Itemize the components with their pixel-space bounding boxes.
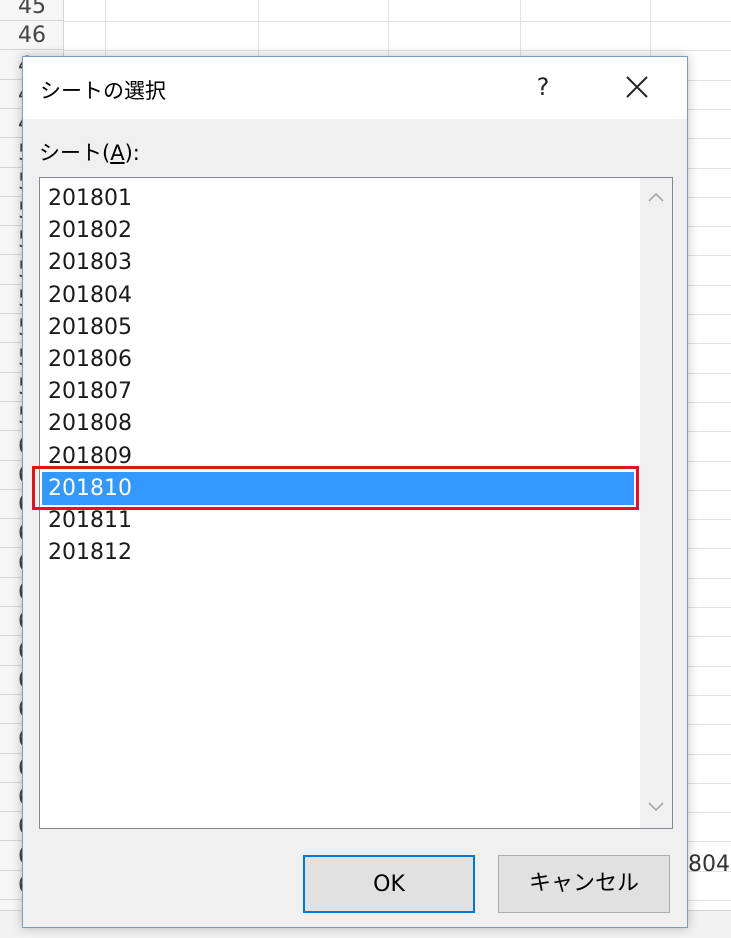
help-button[interactable]: ? <box>521 65 565 109</box>
sheet-list-label: シート(A): <box>39 137 140 167</box>
grid-row-line <box>64 21 731 22</box>
list-item[interactable]: 201806 <box>42 343 634 376</box>
scroll-up-button[interactable] <box>640 182 672 214</box>
label-suffix: ): <box>124 141 140 165</box>
list-item[interactable]: 201801 <box>42 182 634 215</box>
row-number[interactable]: 46 <box>0 21 64 51</box>
list-item[interactable]: 201812 <box>42 536 634 569</box>
scroll-down-button[interactable] <box>640 792 672 824</box>
cancel-button[interactable]: キャンセル <box>498 855 670 913</box>
dialog-title-bar: シートの選択 ? <box>23 57 687 119</box>
list-item[interactable]: 201802 <box>42 214 634 247</box>
label-text: シート( <box>39 141 111 165</box>
list-item[interactable]: 201805 <box>42 311 634 344</box>
close-button[interactable] <box>613 65 661 109</box>
access-key: A <box>110 141 125 165</box>
list-item[interactable]: 201808 <box>42 407 634 440</box>
dialog-title: シートの選択 <box>40 79 166 103</box>
ok-button[interactable]: OK <box>303 855 475 913</box>
row-number[interactable]: 45 <box>0 0 64 21</box>
list-item[interactable]: 201807 <box>42 375 634 408</box>
sheet-select-dialog: シートの選択 ? シート(A): 201801 201802 201803 20180… <box>22 56 688 928</box>
chevron-down-icon <box>648 802 664 812</box>
sheet-listbox[interactable]: 201801 201802 201803 201804 201805 201806 2018… <box>32 177 673 829</box>
selection-highlight-box <box>32 465 639 510</box>
list-item[interactable]: 201804 <box>42 279 634 312</box>
list-item[interactable]: 201803 <box>42 246 634 279</box>
chevron-up-icon <box>648 192 664 202</box>
grid-row-line <box>64 50 731 52</box>
close-icon <box>626 76 648 98</box>
sheet-cell-text: 804 <box>688 852 730 877</box>
vertical-scrollbar[interactable] <box>640 178 672 828</box>
